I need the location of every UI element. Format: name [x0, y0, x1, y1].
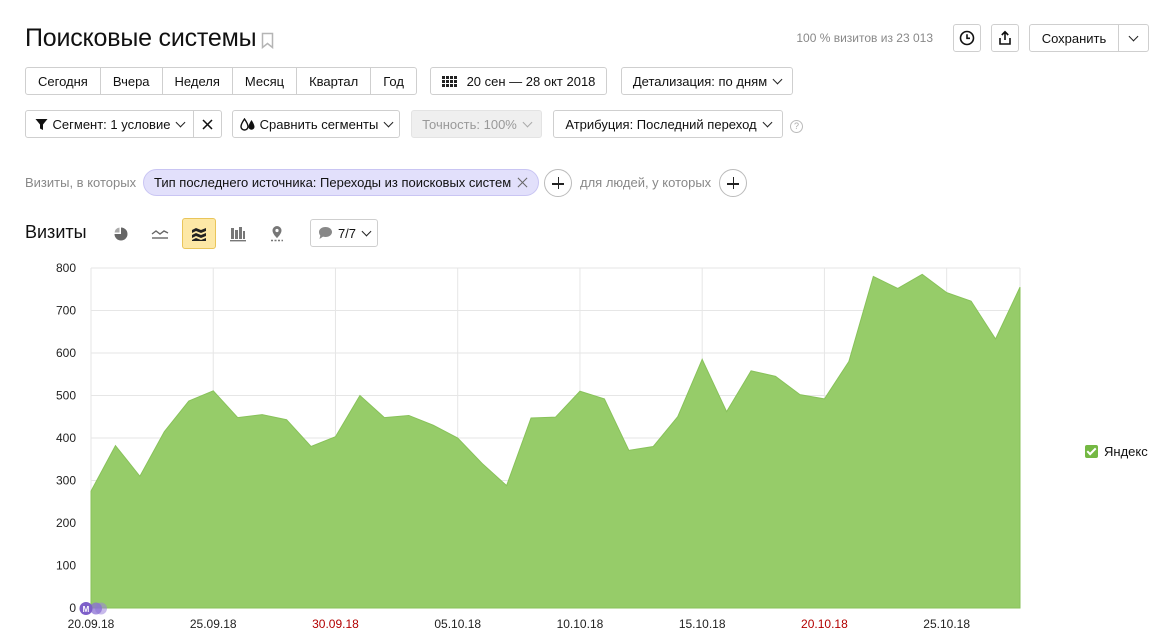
period-yesterday[interactable]: Вчера — [101, 68, 163, 94]
segment-label: Сегмент: 1 условие — [52, 116, 171, 132]
x-tick-label: 25.10.18 — [923, 617, 970, 631]
remove-condition-icon[interactable] — [517, 177, 528, 188]
event-markers[interactable]: M — [79, 602, 108, 615]
legend-item-yandex[interactable]: Яндекс — [1085, 444, 1148, 459]
x-tick-label: 20.09.18 — [68, 617, 115, 631]
x-tick-label: 25.09.18 — [190, 617, 237, 631]
detail-label: Детализация: по дням — [632, 73, 768, 89]
close-icon — [202, 118, 213, 130]
export-button[interactable] — [991, 24, 1019, 52]
chevron-down-icon — [176, 117, 186, 127]
period-selector: Сегодня Вчера Неделя Месяц Квартал Год — [25, 67, 417, 95]
save-options-button[interactable] — [1118, 24, 1149, 52]
checkbox-checked-icon[interactable] — [1085, 445, 1098, 458]
x-tick-label: 05.10.18 — [434, 617, 481, 631]
bar-chart-icon — [230, 226, 246, 241]
stacked-area-icon — [192, 227, 206, 241]
add-people-condition-button[interactable] — [719, 169, 747, 197]
legend-label: Яндекс — [1104, 444, 1148, 459]
attribution-label: Атрибуция: Последний переход — [565, 116, 757, 132]
chevron-down-icon — [772, 74, 783, 84]
save-button[interactable]: Сохранить — [1029, 24, 1119, 52]
calendar-icon — [441, 75, 457, 87]
accuracy-label: Точность: 100% — [422, 116, 517, 132]
annotations-count: 7/7 — [337, 225, 357, 241]
attribution-dropdown[interactable]: Атрибуция: Последний переход — [553, 110, 783, 138]
segment-clear-button[interactable] — [193, 110, 222, 138]
y-tick-label: 500 — [56, 389, 76, 403]
line-chart-button[interactable] — [143, 218, 177, 249]
compare-drops-icon — [239, 117, 255, 131]
speech-bubble-icon — [318, 227, 332, 239]
y-tick-label: 400 — [56, 431, 76, 445]
pie-chart-icon — [114, 227, 128, 240]
area-chart-button[interactable] — [182, 218, 216, 249]
chevron-down-icon — [522, 117, 533, 127]
visits-where-label: Визиты, в которых — [25, 175, 137, 190]
period-week[interactable]: Неделя — [163, 68, 233, 94]
period-today[interactable]: Сегодня — [26, 68, 101, 94]
chart-title: Визиты — [25, 222, 87, 242]
x-tick-label: 15.10.18 — [679, 617, 726, 631]
y-tick-label: 100 — [56, 559, 76, 573]
people-where-label: для людей, у которых — [580, 175, 712, 190]
y-axis-ticks: 0 100 200 300 400 500 600 700 800 — [56, 261, 76, 615]
condition-chip[interactable]: Тип последнего источника: Переходы из по… — [143, 169, 540, 196]
map-chart-button[interactable] — [260, 218, 294, 249]
segment-dropdown[interactable]: Сегмент: 1 условие — [25, 110, 194, 138]
chevron-down-icon — [383, 117, 394, 127]
x-tick-label: 30.09.18 — [312, 617, 359, 631]
y-tick-label: 600 — [56, 346, 76, 360]
chevron-down-icon — [762, 117, 773, 127]
y-tick-label: 300 — [56, 474, 76, 488]
chevron-down-icon — [361, 226, 372, 236]
column-chart-button[interactable] — [221, 218, 255, 249]
filter-icon — [35, 118, 48, 130]
condition-chip-label: Тип последнего источника: Переходы из по… — [154, 175, 512, 190]
detail-dropdown[interactable]: Детализация: по дням — [621, 67, 793, 95]
y-tick-label: 200 — [56, 516, 76, 530]
help-icon[interactable]: ? — [790, 120, 803, 133]
clock-icon — [959, 30, 975, 46]
y-tick-label: 800 — [56, 261, 76, 275]
history-button[interactable] — [953, 24, 981, 52]
accuracy-dropdown[interactable]: Точность: 100% — [411, 110, 542, 138]
add-visit-condition-button[interactable] — [544, 169, 572, 197]
series-area-yandex — [90, 273, 1021, 609]
y-tick-label: 0 — [69, 601, 76, 615]
compare-segments-dropdown[interactable]: Сравнить сегменты — [232, 110, 400, 138]
map-pin-icon — [271, 226, 283, 242]
visits-percentage: 100 % визитов из 23 013 — [796, 31, 933, 45]
period-year[interactable]: Год — [371, 68, 416, 94]
page-title: Поисковые системы — [25, 24, 257, 52]
period-quarter[interactable]: Квартал — [297, 68, 372, 94]
x-tick-label: 10.10.18 — [557, 617, 604, 631]
bookmark-icon[interactable] — [261, 32, 274, 49]
pie-chart-button[interactable] — [104, 218, 138, 249]
y-tick-label: 700 — [56, 304, 76, 318]
visits-area-chart: 0 100 200 300 400 500 600 700 800 20.09.18 25.09.… — [56, 261, 1021, 631]
marker-label: M — [83, 605, 90, 614]
export-icon — [999, 30, 1011, 45]
period-month[interactable]: Месяц — [233, 68, 298, 94]
date-range-button[interactable]: 20 сен — 28 окт 2018 — [430, 67, 607, 95]
annotations-dropdown[interactable]: 7/7 — [310, 219, 378, 247]
chevron-down-icon — [1128, 31, 1139, 41]
x-tick-label: 20.10.18 — [801, 617, 848, 631]
x-axis-ticks: 20.09.18 25.09.18 30.09.18 05.10.18 10.10.18… — [68, 617, 971, 631]
compare-label: Сравнить сегменты — [259, 116, 379, 132]
date-range-label: 20 сен — 28 окт 2018 — [466, 73, 596, 89]
line-chart-icon — [151, 229, 169, 239]
